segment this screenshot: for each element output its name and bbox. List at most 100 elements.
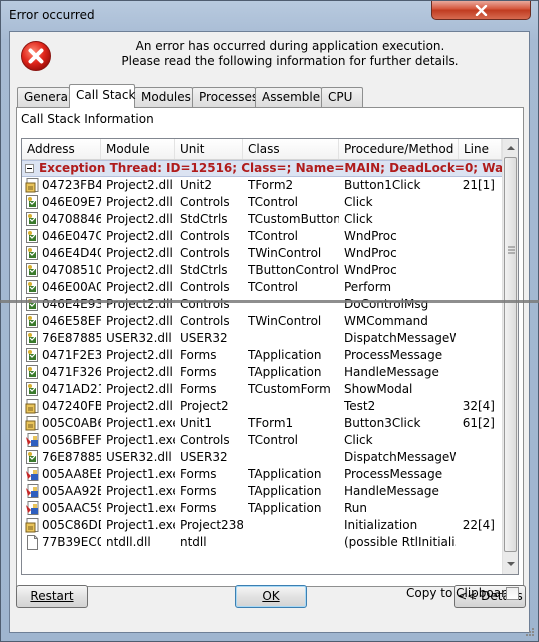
cell-class: TApplication xyxy=(248,365,322,379)
cell-unit: Unit1 xyxy=(180,416,213,430)
table-row[interactable]: 005C0AB6 Project1.exe Unit1 TForm1 Button3Cl… xyxy=(22,415,502,432)
copy-to-clipboard-checkbox[interactable] xyxy=(506,587,519,600)
table-row[interactable]: 04723FB4 Project2.dll Unit2 TForm2 Button1Cl… xyxy=(22,177,502,194)
error-message-line-1: An error has occurred during application… xyxy=(135,39,445,53)
cell-line xyxy=(459,364,499,381)
cell-module: Project2.dll xyxy=(106,229,173,243)
cell-module: Project2.dll xyxy=(106,195,173,209)
cell-method: ShowModal xyxy=(344,382,413,396)
table-row[interactable]: 0471F2E3 Project2.dll Forms TApplication Pro… xyxy=(22,347,502,364)
close-button[interactable] xyxy=(431,1,531,20)
table-row[interactable]: 046E047C Project2.dll Controls TControl WndP… xyxy=(22,228,502,245)
scrollbar-thumb[interactable] xyxy=(504,157,517,552)
cell-class: TCustomForm xyxy=(248,382,331,396)
cell-address: 005AAC59 xyxy=(42,501,101,515)
cell-class: TForm2 xyxy=(248,178,294,192)
copy-to-clipboard-label[interactable]: Copy to Clipboard xyxy=(406,586,513,600)
title-bar[interactable]: Error occurred xyxy=(1,1,538,31)
table-row[interactable]: 0471AD21 Project2.dll Forms TCustomForm Show… xyxy=(22,381,502,398)
table-row[interactable]: 046E4D40 Project2.dll Controls TWinControl W… xyxy=(22,245,502,262)
cell-unit: StdCtrls xyxy=(180,212,228,226)
scroll-up-icon[interactable] xyxy=(504,140,518,156)
horizontal-splitter xyxy=(0,300,539,303)
cell-method: Test2 xyxy=(344,399,376,413)
table-row[interactable]: 04708846 Project2.dll StdCtrls TCustomButto… xyxy=(22,211,502,228)
exception-thread-group-row[interactable]: Exception Thread: ID=12516; Class=; Name… xyxy=(22,160,518,177)
table-row[interactable]: 76E87885 USER32.dll USER32 DispatchMessageW xyxy=(22,330,502,347)
scroll-down-icon[interactable] xyxy=(504,556,518,572)
table-row[interactable]: 047240FB Project2.dll Project2 Test2 32[4] xyxy=(22,398,502,415)
column-header-unit[interactable]: Unit xyxy=(175,139,243,159)
table-row[interactable]: 005C86DD Project1.exe Project238 Initializa… xyxy=(22,517,502,534)
table-row[interactable]: 77B39EC0 ntdll.dll ntdll (possible RtlIniti… xyxy=(22,534,502,551)
table-row[interactable]: 04708510 Project2.dll StdCtrls TButtonContr… xyxy=(22,262,502,279)
cell-unit: ntdll xyxy=(180,535,207,549)
tab-call-stack[interactable]: Call Stack xyxy=(69,84,135,108)
table-row[interactable]: 046E58EF Project2.dll Controls TWinControl W… xyxy=(22,313,502,330)
tab-assembler[interactable]: Assembler xyxy=(255,87,325,107)
table-row[interactable]: 0056BFEF Project1.exe Controls TControl Clic… xyxy=(22,432,502,449)
cell-line xyxy=(459,211,499,228)
table-row[interactable]: 046E4E93 Project2.dll Controls DoControlMsg xyxy=(22,296,502,313)
table-row[interactable]: 005AA92E Project1.exe Forms TApplication Han… xyxy=(22,483,502,500)
cell-method: Run xyxy=(344,501,368,515)
cell-address: 046E047C xyxy=(42,229,101,243)
ok-button[interactable]: OK xyxy=(235,585,307,608)
call-stack-grid[interactable]: Address Module Unit Class Procedure/Meth… xyxy=(21,138,519,575)
cell-line xyxy=(459,381,499,398)
cell-method: WndProc xyxy=(344,229,397,243)
vertical-scrollbar[interactable] xyxy=(502,139,518,574)
cell-method: WndProc xyxy=(344,246,397,260)
column-header-class[interactable]: Class xyxy=(243,139,339,159)
cell-module: USER32.dll xyxy=(106,331,172,345)
table-row[interactable]: 005AA8EB Project1.exe Forms TApplication Pro… xyxy=(22,466,502,483)
cell-address: 0471AD21 xyxy=(42,382,101,396)
table-row[interactable]: 76E87885 USER32.dll USER32 DispatchMessageW xyxy=(22,449,502,466)
cell-class: TControl xyxy=(248,280,299,294)
column-header-module[interactable]: Module xyxy=(101,139,175,159)
cell-line xyxy=(459,279,499,296)
cell-unit: Forms xyxy=(180,365,217,379)
cell-unit: Forms xyxy=(180,348,217,362)
tab-processes[interactable]: Processes xyxy=(192,87,258,107)
module-icon xyxy=(25,212,40,227)
table-row[interactable]: 046E00A0 Project2.dll Controls TControl Perf… xyxy=(22,279,502,296)
cell-unit: Project2 xyxy=(180,399,229,413)
cell-method: Click xyxy=(344,195,373,209)
cell-method: ProcessMessage xyxy=(344,348,443,362)
resize-grip-icon[interactable] xyxy=(523,627,535,639)
cell-class xyxy=(248,296,339,313)
cell-line xyxy=(459,330,499,347)
table-row[interactable]: 046E09E7 Project2.dll Controls TControl Clic… xyxy=(22,194,502,211)
cell-address: 046E4D40 xyxy=(42,246,101,260)
cell-module: Project1.exe xyxy=(106,501,175,515)
table-row[interactable]: 005AAC59 Project1.exe Forms TApplication Run xyxy=(22,500,502,517)
cell-module: Project2.dll xyxy=(106,399,173,413)
column-header-address[interactable]: Address xyxy=(22,139,101,159)
cell-module: Project2.dll xyxy=(106,297,173,311)
cell-line xyxy=(459,262,499,279)
collapse-icon[interactable] xyxy=(25,164,34,173)
stack-frame-icon xyxy=(25,518,40,533)
cell-module: Project1.exe xyxy=(106,518,175,532)
restart-button[interactable]: Restart xyxy=(16,585,88,608)
cell-class: TApplication xyxy=(248,484,322,498)
grid-header: Address Module Unit Class Procedure/Meth… xyxy=(22,139,502,160)
module-icon xyxy=(25,331,40,346)
module-icon xyxy=(25,246,40,261)
tab-general[interactable]: General xyxy=(17,87,71,107)
cell-module: Project2.dll xyxy=(106,263,173,277)
cell-unit: Controls xyxy=(180,229,230,243)
grip-icon xyxy=(508,246,515,254)
cell-class: TApplication xyxy=(248,348,322,362)
tab-cpu[interactable]: CPU xyxy=(321,87,363,107)
column-header-procedure[interactable]: Procedure/Method xyxy=(339,139,459,159)
cell-module: Project2.dll xyxy=(106,178,173,192)
cell-unit: USER32 xyxy=(180,450,228,464)
column-header-line[interactable]: Line xyxy=(459,139,502,159)
module-icon xyxy=(25,450,40,465)
cell-line xyxy=(459,466,499,483)
table-row[interactable]: 0471F326 Project2.dll Forms TApplication Han… xyxy=(22,364,502,381)
tab-modules[interactable]: Modules xyxy=(134,87,193,107)
cell-module: Project2.dll xyxy=(106,365,173,379)
